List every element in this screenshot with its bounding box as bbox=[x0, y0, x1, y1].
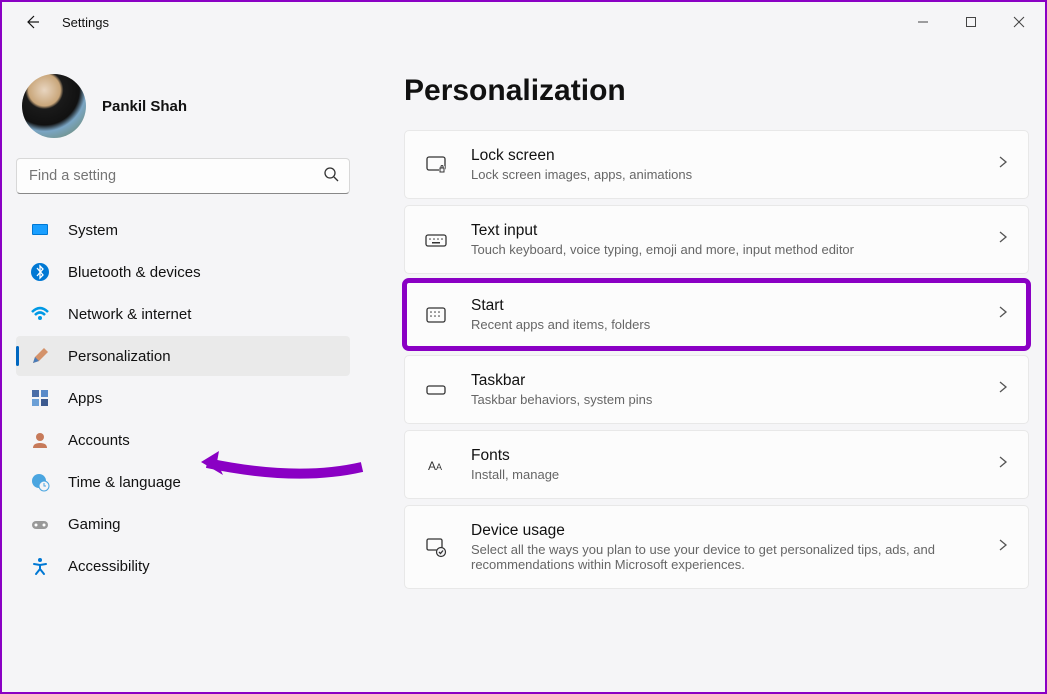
chevron-right-icon bbox=[996, 305, 1010, 324]
main-content: Personalization Lock screen Lock screen … bbox=[364, 42, 1045, 692]
taskbar-icon bbox=[423, 377, 449, 403]
bluetooth-icon bbox=[30, 262, 50, 282]
wifi-icon bbox=[30, 304, 50, 324]
sidebar-item-label: Bluetooth & devices bbox=[68, 264, 201, 281]
search-icon bbox=[323, 166, 339, 187]
card-subtitle: Recent apps and items, folders bbox=[471, 317, 974, 332]
profile-name: Pankil Shah bbox=[102, 98, 187, 115]
sidebar-item-bluetooth[interactable]: Bluetooth & devices bbox=[16, 252, 350, 292]
card-title: Device usage bbox=[471, 522, 974, 540]
chevron-right-icon bbox=[996, 538, 1010, 557]
sidebar-item-label: Accounts bbox=[68, 432, 130, 449]
card-title: Lock screen bbox=[471, 147, 974, 165]
back-button[interactable] bbox=[22, 12, 42, 32]
titlebar: Settings bbox=[2, 2, 1045, 42]
card-subtitle: Lock screen images, apps, animations bbox=[471, 167, 974, 182]
close-button[interactable] bbox=[1001, 7, 1037, 37]
chevron-right-icon bbox=[996, 455, 1010, 474]
device-usage-icon bbox=[423, 534, 449, 560]
keyboard-icon bbox=[423, 227, 449, 253]
sidebar-item-label: Accessibility bbox=[68, 558, 150, 575]
sidebar-item-accessibility[interactable]: Accessibility bbox=[16, 546, 350, 586]
system-icon bbox=[30, 220, 50, 240]
card-text-input[interactable]: Text input Touch keyboard, voice typing,… bbox=[404, 205, 1029, 274]
gamepad-icon bbox=[30, 514, 50, 534]
sidebar-item-accounts[interactable]: Accounts bbox=[16, 420, 350, 460]
paintbrush-icon bbox=[30, 346, 50, 366]
sidebar-item-label: Time & language bbox=[68, 474, 181, 491]
sidebar-item-label: Apps bbox=[68, 390, 102, 407]
card-subtitle: Touch keyboard, voice typing, emoji and … bbox=[471, 242, 974, 257]
apps-icon bbox=[30, 388, 50, 408]
sidebar-item-network[interactable]: Network & internet bbox=[16, 294, 350, 334]
card-title: Text input bbox=[471, 222, 974, 240]
sidebar-item-label: System bbox=[68, 222, 118, 239]
card-lock-screen[interactable]: Lock screen Lock screen images, apps, an… bbox=[404, 130, 1029, 199]
card-subtitle: Select all the ways you plan to use your… bbox=[471, 542, 974, 572]
card-subtitle: Install, manage bbox=[471, 467, 974, 482]
card-subtitle: Taskbar behaviors, system pins bbox=[471, 392, 974, 407]
nav-list: System Bluetooth & devices Network & int… bbox=[16, 210, 354, 586]
chevron-right-icon bbox=[996, 155, 1010, 174]
card-taskbar[interactable]: Taskbar Taskbar behaviors, system pins bbox=[404, 355, 1029, 424]
app-title: Settings bbox=[62, 15, 109, 30]
sidebar-item-label: Gaming bbox=[68, 516, 121, 533]
lock-screen-icon bbox=[423, 152, 449, 178]
start-icon bbox=[423, 302, 449, 328]
card-fonts[interactable]: AA Fonts Install, manage bbox=[404, 430, 1029, 499]
svg-text:A: A bbox=[428, 459, 436, 473]
person-icon bbox=[30, 430, 50, 450]
sidebar-item-label: Network & internet bbox=[68, 306, 191, 323]
sidebar-item-apps[interactable]: Apps bbox=[16, 378, 350, 418]
fonts-icon: AA bbox=[423, 452, 449, 478]
card-start[interactable]: Start Recent apps and items, folders bbox=[404, 280, 1029, 349]
page-title: Personalization bbox=[404, 74, 1029, 108]
profile-section[interactable]: Pankil Shah bbox=[16, 66, 354, 158]
card-device-usage[interactable]: Device usage Select all the ways you pla… bbox=[404, 505, 1029, 589]
card-title: Taskbar bbox=[471, 372, 974, 390]
card-title: Start bbox=[471, 297, 974, 315]
sidebar-item-time[interactable]: Time & language bbox=[16, 462, 350, 502]
search-input[interactable] bbox=[29, 168, 323, 184]
chevron-right-icon bbox=[996, 380, 1010, 399]
card-title: Fonts bbox=[471, 447, 974, 465]
avatar bbox=[22, 74, 86, 138]
search-input-wrap[interactable] bbox=[16, 158, 350, 194]
sidebar-item-system[interactable]: System bbox=[16, 210, 350, 250]
sidebar-item-label: Personalization bbox=[68, 348, 171, 365]
sidebar: Pankil Shah System Bluetooth & devices bbox=[2, 42, 364, 692]
sidebar-item-gaming[interactable]: Gaming bbox=[16, 504, 350, 544]
maximize-button[interactable] bbox=[953, 7, 989, 37]
svg-text:A: A bbox=[436, 462, 442, 472]
minimize-button[interactable] bbox=[905, 7, 941, 37]
accessibility-icon bbox=[30, 556, 50, 576]
globe-clock-icon bbox=[30, 472, 50, 492]
chevron-right-icon bbox=[996, 230, 1010, 249]
sidebar-item-personalization[interactable]: Personalization bbox=[16, 336, 350, 376]
